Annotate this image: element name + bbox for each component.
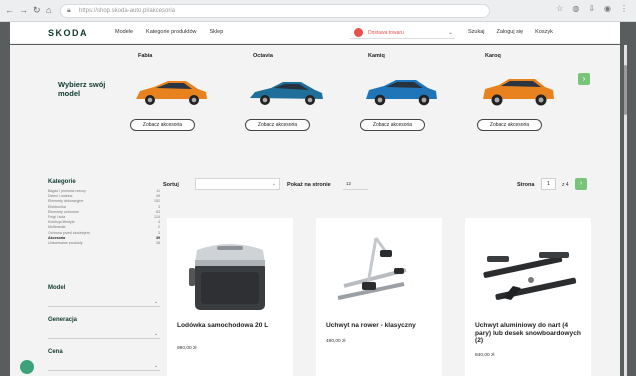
filter-price-select[interactable]: ⌄ <box>48 361 160 371</box>
home-icon[interactable]: ⌂ <box>46 5 51 15</box>
sort-select[interactable]: ⌄ <box>195 178 280 190</box>
extension-icon[interactable]: ◍ <box>572 4 579 13</box>
cart-button[interactable]: Koszyk <box>535 29 553 35</box>
model-card-fabia[interactable]: Fabia Zobacz akcesoria <box>130 53 238 143</box>
page-total: z 4 <box>562 182 569 188</box>
see-accessories-button[interactable]: Zobacz akcesoria <box>245 119 310 131</box>
url-text: https://shop.skoda-auto.pl/akcesoria <box>79 8 176 14</box>
header-actions: Szukaj Zaloguj się Koszyk <box>468 29 553 35</box>
filter-model-select[interactable]: ⌄ <box>48 297 160 307</box>
filter-price-heading: Cena <box>48 349 63 355</box>
page-content: Wybierz swój model Fabia Zobacz akcesori… <box>10 45 627 376</box>
product-card[interactable]: Lodówka samochodowa 20 L 990,00 zł <box>167 218 293 376</box>
carousel-next-button[interactable]: › <box>578 73 590 85</box>
chevron-down-icon: ⌄ <box>271 181 276 187</box>
category-item[interactable]: Uniwersalne produkty 28 <box>48 241 160 246</box>
product-title[interactable]: Uchwyt na rower - klasyczny <box>326 322 436 330</box>
chat-assistant-button[interactable] <box>20 360 34 374</box>
filter-generation-select[interactable]: ⌄ <box>48 329 160 339</box>
menu-item-models[interactable]: Modele <box>115 29 133 35</box>
model-name: Fabia <box>138 53 153 59</box>
address-bar[interactable]: 🔒︎ https://shop.skoda-auto.pl/akcesoria <box>60 4 490 18</box>
product-price: 990,00 zł <box>177 346 197 351</box>
see-accessories-button[interactable]: Zobacz akcesoria <box>477 119 542 131</box>
categories-heading: Kategorie <box>48 179 76 185</box>
chevron-down-icon: ⌄ <box>153 331 158 337</box>
profile-icon[interactable]: ◉ <box>604 4 611 13</box>
product-image-bike-carrier <box>337 237 407 300</box>
filter-model-heading: Model <box>48 285 66 291</box>
scrollbar-thumb[interactable] <box>624 65 627 115</box>
per-page-label: Pokaż na stronie <box>287 182 331 188</box>
brand-logo[interactable]: SKODA <box>48 28 88 38</box>
delivery-select[interactable]: Dostawa towaru ⌄ <box>350 27 455 39</box>
browser-toolbar: ← → ↻ ⌂ 🔒︎ https://shop.skoda-auto.pl/ak… <box>0 0 636 22</box>
chevron-down-icon: ⌄ <box>447 30 453 36</box>
product-price: 840,00 zł <box>475 353 495 358</box>
download-icon[interactable]: ⇩ <box>588 4 595 13</box>
menu-item-categories[interactable]: Kategorie produktów <box>146 29 196 35</box>
menu-icon[interactable]: ⋮ <box>620 4 628 13</box>
see-accessories-button[interactable]: Zobacz akcesoria <box>130 119 195 131</box>
model-name: Kamiq <box>368 53 385 59</box>
sort-label: Sortuj <box>163 182 179 188</box>
delivery-icon <box>354 28 363 37</box>
car-image <box>136 81 207 105</box>
product-title[interactable]: Lodówka samochodowa 20 L <box>177 322 287 330</box>
per-page-select[interactable]: 12 <box>343 178 368 190</box>
back-icon[interactable]: ← <box>5 5 14 15</box>
reload-icon[interactable]: ↻ <box>33 5 41 16</box>
star-icon[interactable]: ☆ <box>556 4 563 13</box>
chevron-down-icon: ⌄ <box>153 363 158 369</box>
search-button[interactable]: Szukaj <box>468 29 485 35</box>
model-name: Octavia <box>253 53 273 59</box>
product-image-ski-carrier <box>483 252 577 300</box>
category-list: Bagaż i przewóz rzeczy 11 Dzieci i rodzin… <box>48 189 160 246</box>
model-card-kamiq[interactable]: Kamiq Zobacz akcesoria <box>360 53 468 143</box>
filter-generation-heading: Generacja <box>48 317 78 323</box>
main-menu: Modele Kategorie produktów Sklep <box>115 29 223 35</box>
product-card[interactable]: Uchwyt na rower - klasyczny 490,00 zł <box>316 218 442 376</box>
product-image-cooler <box>189 244 265 310</box>
menu-item-shop[interactable]: Sklep <box>210 29 224 35</box>
car-image <box>483 79 554 106</box>
model-card-octavia[interactable]: Octavia Zobacz akcesoria <box>245 53 353 143</box>
site-header: SKODA Modele Kategorie produktów Sklep D… <box>10 22 620 44</box>
car-image <box>366 80 437 106</box>
product-card[interactable]: Uchwyt aluminiowy do nart (4 pary) lub d… <box>465 218 591 376</box>
page-number-input[interactable]: 1 <box>541 178 556 190</box>
next-page-button[interactable]: › <box>575 178 587 190</box>
see-accessories-button[interactable]: Zobacz akcesoria <box>360 119 425 131</box>
forward-icon[interactable]: → <box>19 5 28 15</box>
product-price: 490,00 zł <box>326 339 346 344</box>
chevron-down-icon: ⌄ <box>153 299 158 305</box>
lock-icon: 🔒︎ <box>67 7 71 14</box>
models-heading: Wybierz swój model <box>58 80 106 98</box>
login-button[interactable]: Zaloguj się <box>497 29 524 35</box>
delivery-label: Dostawa towaru <box>368 30 404 36</box>
model-name: Karoq <box>485 53 501 59</box>
model-card-karoq[interactable]: Karoq Zobacz akcesoria <box>477 53 585 143</box>
car-image <box>250 82 323 105</box>
product-title[interactable]: Uchwyt aluminiowy do nart (4 pary) lub d… <box>475 322 585 345</box>
page-label: Strona <box>517 182 535 188</box>
